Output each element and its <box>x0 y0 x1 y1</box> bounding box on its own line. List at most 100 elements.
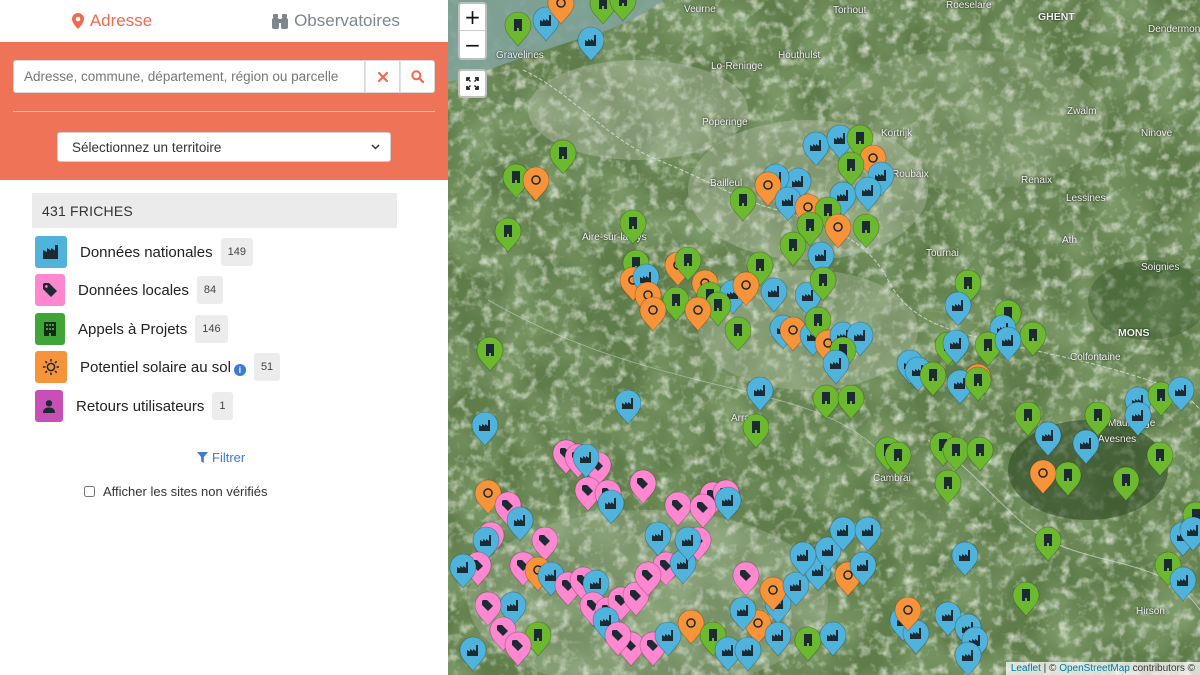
building-marker[interactable] <box>742 413 770 449</box>
building-marker[interactable] <box>794 626 822 662</box>
legend-item-potentiel-solaire[interactable]: Potentiel solaire au sol i 51 <box>35 351 281 383</box>
factory-marker[interactable] <box>614 389 642 425</box>
tag-marker[interactable] <box>504 631 532 667</box>
factory-marker[interactable] <box>764 621 792 657</box>
unverified-sites-toggle[interactable]: Afficher les sites non vérifiés <box>84 484 268 499</box>
osm-link[interactable]: OpenStreetMap <box>1059 663 1130 674</box>
tab-observatoires[interactable]: Observatoires <box>224 0 448 42</box>
friches-count: 431 FRICHES <box>32 193 397 228</box>
unverified-sites-checkbox[interactable] <box>84 486 95 497</box>
building-marker[interactable] <box>494 217 522 253</box>
search-input[interactable] <box>13 60 365 93</box>
chevron-down-icon <box>371 144 380 150</box>
building-marker[interactable] <box>504 11 532 47</box>
factory-marker[interactable] <box>577 26 605 62</box>
building-marker[interactable] <box>852 213 880 249</box>
factory-marker[interactable] <box>459 636 487 672</box>
info-icon[interactable]: i <box>233 363 246 376</box>
factory-marker[interactable] <box>760 277 788 313</box>
factory-marker[interactable] <box>994 326 1022 362</box>
building-marker[interactable] <box>966 436 994 472</box>
tag-marker[interactable] <box>689 493 717 529</box>
building-marker[interactable] <box>662 286 690 322</box>
building-marker[interactable] <box>1146 441 1174 477</box>
factory-marker[interactable] <box>714 486 742 522</box>
factory-marker[interactable] <box>802 131 830 167</box>
close-icon <box>377 71 388 82</box>
factory-marker[interactable] <box>734 636 762 672</box>
factory-marker[interactable] <box>449 553 477 589</box>
tab-adresse[interactable]: Adresse <box>0 0 224 42</box>
factory-marker[interactable] <box>471 411 499 447</box>
building-marker[interactable] <box>812 384 840 420</box>
factory-marker[interactable] <box>854 516 882 552</box>
search-button[interactable] <box>400 60 435 93</box>
factory-marker[interactable] <box>597 489 625 525</box>
factory-marker[interactable] <box>1072 429 1100 465</box>
building-marker[interactable] <box>549 139 577 175</box>
factory-marker[interactable] <box>819 621 847 657</box>
zoom-in-button[interactable]: + <box>460 4 485 31</box>
factory-marker[interactable] <box>854 176 882 212</box>
solar-marker[interactable] <box>639 296 667 332</box>
factory-marker[interactable] <box>1124 401 1152 437</box>
territory-select[interactable]: Sélectionnez un territoire <box>57 132 391 162</box>
building-marker[interactable] <box>476 336 504 372</box>
building-marker[interactable] <box>919 361 947 397</box>
solar-marker[interactable] <box>684 296 712 332</box>
legend-count: 1 <box>212 392 233 420</box>
legend-label-text: Potentiel solaire au sol <box>80 358 231 376</box>
divider <box>13 111 435 112</box>
building-marker[interactable] <box>942 436 970 472</box>
search-icon <box>411 70 424 83</box>
factory-marker[interactable] <box>644 521 672 557</box>
factory-marker[interactable] <box>822 349 850 385</box>
legend-item-donnees-locales[interactable]: Données locales 84 <box>35 274 224 306</box>
fullscreen-button[interactable] <box>458 69 487 98</box>
factory-marker[interactable] <box>954 641 982 675</box>
legend-item-appels-a-projets[interactable]: Appels à Projets 146 <box>35 313 228 345</box>
sun-icon <box>35 351 67 383</box>
building-marker[interactable] <box>609 0 637 22</box>
map[interactable]: Veurne Torhout Roeselare GHENT Dendermon Grav… <box>448 0 1200 675</box>
tab-observatoires-label: Observatoires <box>294 11 400 30</box>
building-marker[interactable] <box>1112 466 1140 502</box>
solar-marker[interactable] <box>1029 459 1057 495</box>
building-marker[interactable] <box>619 209 647 245</box>
building-marker[interactable] <box>837 384 865 420</box>
factory-marker[interactable] <box>1167 376 1195 412</box>
clear-search-button[interactable] <box>365 60 400 93</box>
factory-marker[interactable] <box>944 291 972 327</box>
building-marker[interactable] <box>729 186 757 222</box>
tag-marker[interactable] <box>531 526 559 562</box>
factory-marker[interactable] <box>1169 566 1197 602</box>
building-marker[interactable] <box>964 366 992 402</box>
building-marker[interactable] <box>1034 526 1062 562</box>
legend-item-donnees-nationales[interactable]: Données nationales 149 <box>35 236 253 268</box>
building-marker[interactable] <box>1019 321 1047 357</box>
legend-count: 84 <box>196 276 224 304</box>
solar-marker[interactable] <box>824 213 852 249</box>
tag-marker[interactable] <box>664 491 692 527</box>
solar-marker[interactable] <box>522 166 550 202</box>
attribution-text: contributors © <box>1129 663 1195 674</box>
factory-marker[interactable] <box>951 541 979 577</box>
building-marker[interactable] <box>1012 581 1040 617</box>
unverified-sites-label: Afficher les sites non vérifiés <box>103 484 268 499</box>
factory-icon <box>35 236 67 268</box>
factory-marker[interactable] <box>506 506 534 542</box>
zoom-out-button[interactable]: − <box>460 31 485 58</box>
building-marker[interactable] <box>1054 461 1082 497</box>
leaflet-link[interactable]: Leaflet <box>1011 663 1041 674</box>
building-marker[interactable] <box>724 316 752 352</box>
building-marker[interactable] <box>884 441 912 477</box>
building-marker[interactable] <box>934 469 962 505</box>
filter-button[interactable]: Filtrer <box>197 450 245 465</box>
tag-marker[interactable] <box>732 561 760 597</box>
factory-marker[interactable] <box>746 376 774 412</box>
factory-marker[interactable] <box>1034 421 1062 457</box>
legend-count: 149 <box>220 238 253 266</box>
building-marker[interactable] <box>779 231 807 267</box>
legend-item-retours-utilisateurs[interactable]: Retours utilisateurs 1 <box>35 390 233 422</box>
tag-marker[interactable] <box>629 469 657 505</box>
